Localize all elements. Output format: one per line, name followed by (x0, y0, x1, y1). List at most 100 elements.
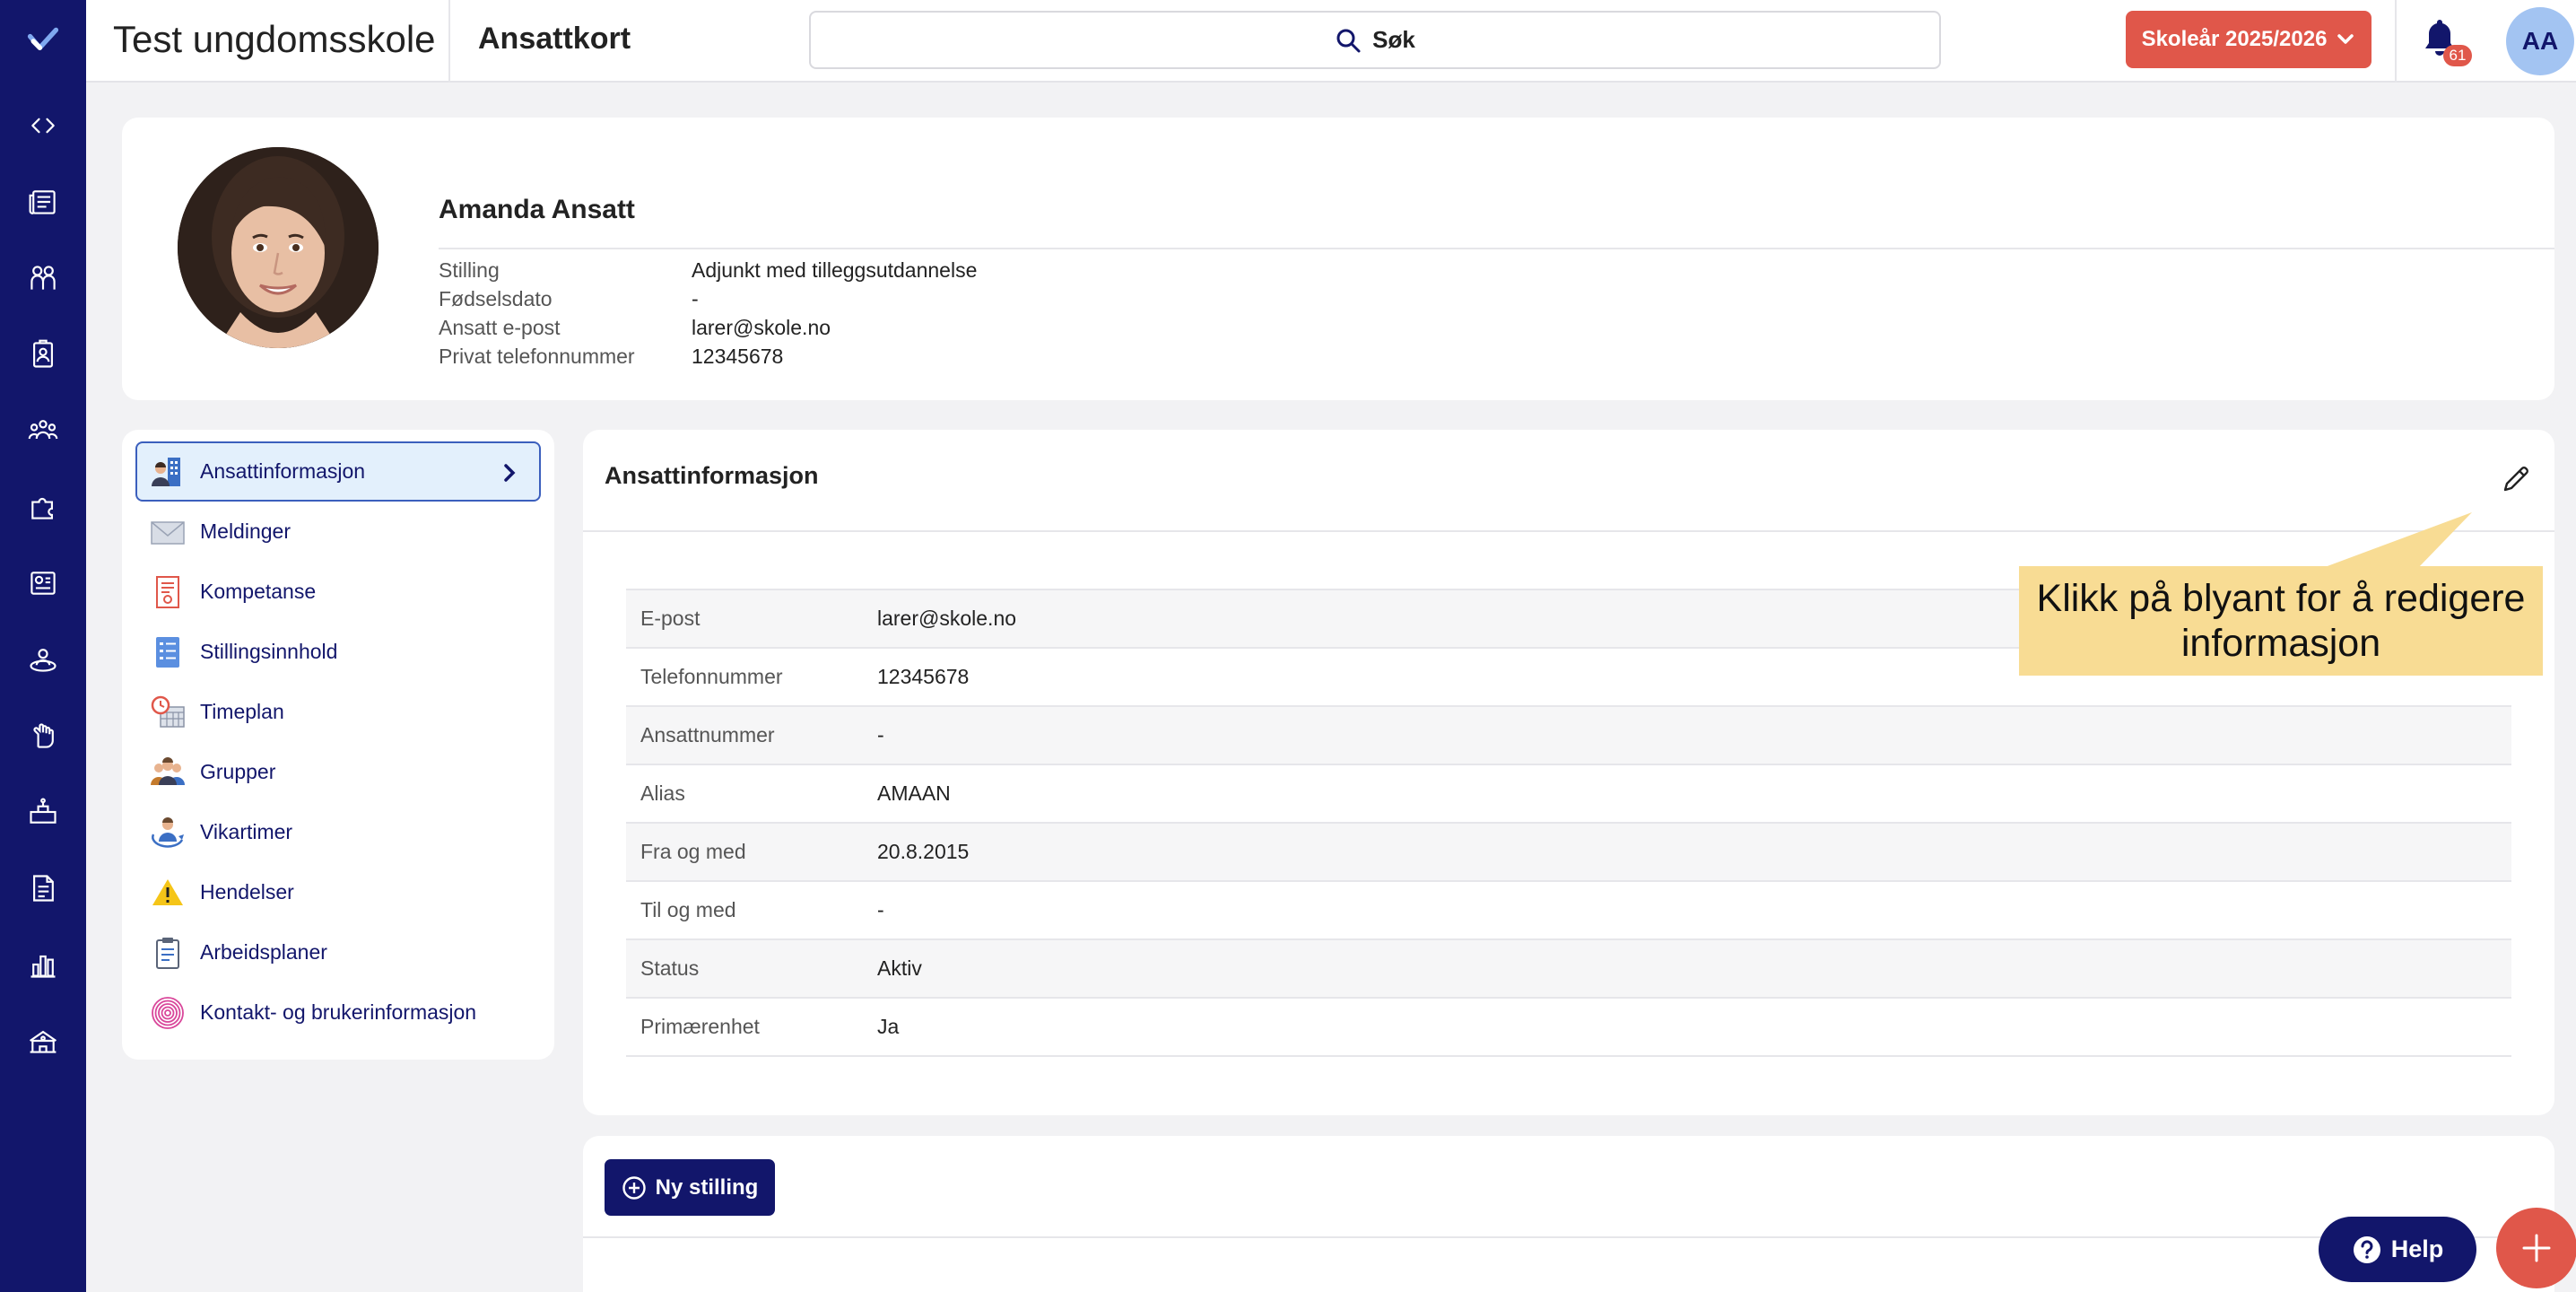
employee-info-panel: Ansattinformasjon E-post larer@skole.no … (583, 430, 2554, 1115)
profile-field-row: Ansatt e-post larer@skole.no (439, 316, 977, 345)
divider (448, 0, 450, 83)
menu-item-kontakt-og-brukerinformasjon[interactable]: Kontakt- og brukerinformasjon (135, 982, 541, 1043)
profile-field-row: Stilling Adjunkt med tilleggsutdannelse (439, 258, 977, 287)
field-label: Privat telefonnummer (439, 345, 635, 368)
dashboard-icon[interactable] (25, 565, 61, 601)
school-year-label: Skoleår 2025/2026 (2141, 27, 2328, 51)
menu-item-kompetanse[interactable]: Kompetanse (135, 562, 541, 622)
field-value: Adjunkt med tilleggsutdannelse (692, 258, 978, 282)
question-circle-icon (2353, 1235, 2380, 1263)
row-value: - (877, 723, 884, 746)
row-label: Ansattnummer (640, 723, 775, 746)
row-label: Status (640, 956, 700, 980)
field-label: Stilling (439, 258, 500, 282)
top-bar: Test ungdomsskole Ansattkort Søk Skoleår… (86, 0, 2576, 83)
menu-item-vikartimer[interactable]: Vikartimer (135, 802, 541, 862)
id-badge-icon[interactable] (25, 336, 61, 372)
menu-item-arbeidsplaner[interactable]: Arbeidsplaner (135, 922, 541, 982)
search-label: Søk (1372, 26, 1415, 53)
table-row: Primærenhet Ja (626, 999, 2511, 1057)
field-label: Ansatt e-post (439, 316, 561, 339)
school-icon[interactable] (25, 1023, 61, 1059)
menu-item-grupper[interactable]: Grupper (135, 742, 541, 802)
menu-item-label: Stillingsinnhold (200, 640, 338, 663)
row-value: Ja (877, 1015, 900, 1038)
divider (583, 530, 2554, 532)
table-row: Alias AMAAN (626, 765, 2511, 824)
employee-info-icon (148, 452, 187, 492)
schedule-icon (148, 693, 187, 732)
edit-pencil-icon[interactable] (2501, 464, 2533, 496)
menu-item-label: Kontakt- og brukerinformasjon (200, 1000, 477, 1024)
profile-fields: Stilling Adjunkt med tilleggsutdannelse … (439, 258, 977, 373)
menu-item-hendelser[interactable]: Hendelser (135, 862, 541, 922)
search-bar[interactable]: Søk (809, 11, 1941, 69)
table-row: Status Aktiv (626, 940, 2511, 999)
field-value: 12345678 (692, 345, 784, 368)
newspaper-icon[interactable] (25, 184, 61, 220)
profile-field-row: Fødselsdato - (439, 287, 977, 316)
certificate-icon (148, 572, 187, 612)
page-title: Ansattkort (478, 22, 631, 56)
group-icon[interactable] (25, 413, 61, 449)
menu-item-timeplan[interactable]: Timeplan (135, 682, 541, 742)
menu-item-meldinger[interactable]: Meldinger (135, 502, 541, 562)
table-row: Til og med - (626, 882, 2511, 940)
people-icon[interactable] (25, 260, 61, 296)
employee-menu: Ansattinformasjon Meldinger Kompetanse S… (122, 430, 554, 1060)
puzzle-icon[interactable] (25, 489, 61, 525)
row-label: Alias (640, 781, 685, 805)
row-label: E-post (640, 607, 701, 630)
logo-icon[interactable] (25, 23, 61, 59)
hand-icon[interactable] (25, 718, 61, 754)
row-value: - (877, 898, 884, 921)
row-label: Til og med (640, 898, 736, 921)
field-label: Fødselsdato (439, 287, 553, 310)
row-value: larer@skole.no (877, 607, 1017, 630)
substitute-icon (148, 813, 187, 852)
menu-item-label: Vikartimer (200, 820, 293, 843)
plus-icon (2522, 1234, 2551, 1262)
desk-icon[interactable] (25, 794, 61, 830)
new-position-label: Ny stilling (655, 1174, 759, 1200)
menu-item-label: Ansattinformasjon (200, 459, 366, 483)
groups-icon (148, 753, 187, 792)
chevron-right-icon (501, 463, 518, 482)
new-position-button[interactable]: Ny stilling (605, 1159, 775, 1216)
add-fab-button[interactable] (2496, 1208, 2576, 1288)
menu-item-label: Hendelser (200, 880, 294, 904)
divider (583, 1236, 2554, 1238)
field-value: larer@skole.no (692, 316, 831, 339)
app-title[interactable]: Test ungdomsskole (113, 18, 436, 61)
row-label: Primærenhet (640, 1015, 760, 1038)
menu-item-label: Meldinger (200, 519, 291, 543)
profile-card: Amanda Ansatt Stilling Adjunkt med tille… (122, 118, 2554, 400)
menu-item-label: Arbeidsplaner (200, 940, 327, 964)
profile-photo (178, 147, 379, 348)
warning-icon (148, 873, 187, 912)
divider (439, 248, 2554, 249)
help-button[interactable]: Help (2319, 1217, 2476, 1282)
search-icon (1336, 29, 1361, 52)
user-avatar[interactable]: AA (2506, 7, 2574, 75)
person-orbit-icon[interactable] (25, 642, 61, 677)
chevron-down-icon (2337, 34, 2354, 44)
row-label: Fra og med (640, 840, 746, 863)
menu-item-stillingsinnhold[interactable]: Stillingsinnhold (135, 622, 541, 682)
school-year-dropdown[interactable]: Skoleår 2025/2026 (2126, 11, 2371, 68)
row-label: Telefonnummer (640, 665, 783, 688)
menu-item-label: Grupper (200, 760, 276, 783)
row-value: Aktiv (877, 956, 922, 980)
expand-collapse-icon[interactable] (25, 108, 61, 144)
document-icon[interactable] (25, 870, 61, 906)
bar-chart-icon[interactable] (25, 947, 61, 982)
menu-item-ansattinformasjon[interactable]: Ansattinformasjon (135, 441, 541, 502)
panel-title: Ansattinformasjon (605, 462, 819, 489)
edit-hint-callout: Klikk på blyant for å redigere informasj… (2019, 566, 2543, 676)
row-value: 12345678 (877, 665, 970, 688)
sidebar-nav (0, 0, 86, 1292)
notification-badge: 61 (2443, 45, 2472, 66)
field-value: - (692, 287, 699, 310)
profile-name: Amanda Ansatt (439, 195, 635, 224)
menu-item-label: Timeplan (200, 700, 284, 723)
